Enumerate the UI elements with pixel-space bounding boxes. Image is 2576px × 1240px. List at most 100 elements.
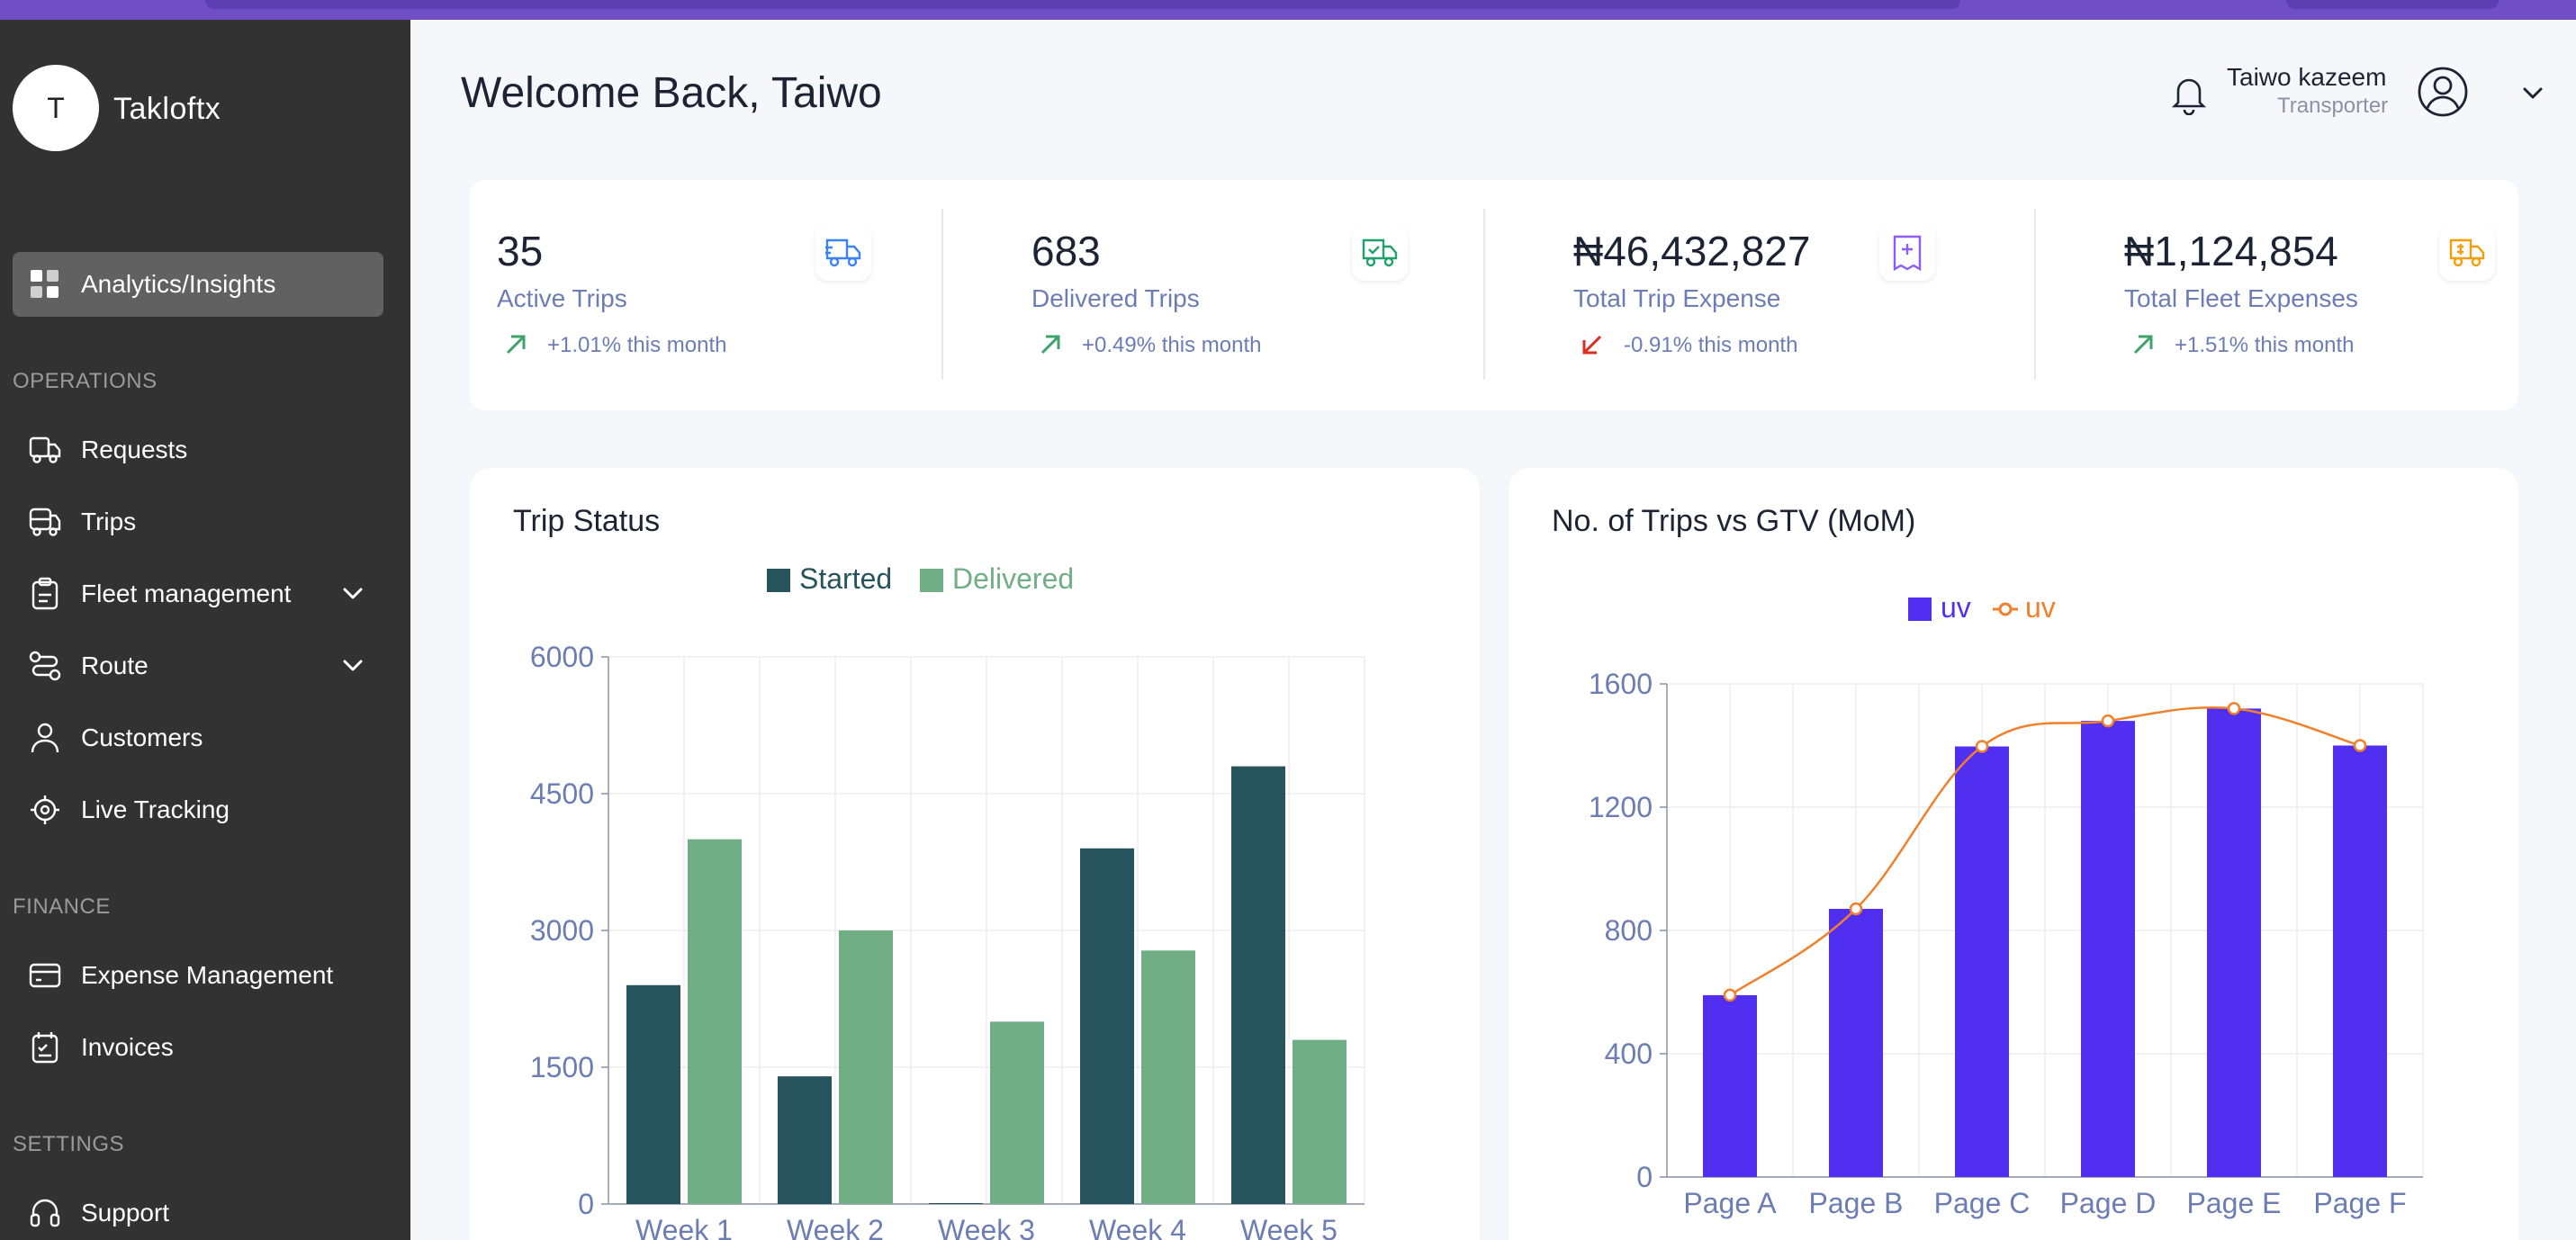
bar-started [1231, 766, 1285, 1204]
bar-uv [1829, 909, 1883, 1177]
line-point [1723, 988, 1737, 1002]
stat-value: ₦1,124,854 [2124, 228, 2338, 274]
sidebar-item-requests[interactable]: Requests [13, 418, 383, 482]
brand-name: Takloftx [113, 92, 221, 126]
y-tick-label: 6000 [530, 641, 594, 673]
legend-label: uv [1941, 591, 1971, 624]
bar-delivered [839, 930, 893, 1204]
sidebar-item-label: Route [81, 651, 149, 679]
stat-total-fleet-expenses[interactable]: ₦1,124,854 Total Fleet Expenses +1.51% t… [2124, 180, 2518, 410]
legend-label: uv [2025, 591, 2056, 624]
headset-icon [27, 1195, 63, 1231]
sidebar-item-invoices[interactable]: Invoices [13, 1015, 383, 1080]
stat-active-trips[interactable]: 35 Active Trips +1.01% this month [497, 180, 947, 410]
sidebar-item-label: Requests [81, 436, 188, 463]
stat-value: 683 [1031, 228, 1101, 274]
sidebar-item-label: Live Tracking [81, 795, 230, 823]
y-tick-label: 1500 [530, 1051, 594, 1083]
top-banner-segment [2286, 0, 2499, 9]
line-point [1975, 740, 1989, 753]
sidebar-item-customers[interactable]: Customers [13, 705, 383, 770]
y-tick-label: 1200 [1589, 791, 1653, 823]
bar-delivered [688, 839, 742, 1204]
stat-value: 35 [497, 228, 544, 274]
legend-swatch [1908, 598, 1932, 621]
user-avatar-icon[interactable] [2416, 65, 2470, 123]
truck-fast-icon [815, 225, 871, 281]
stat-trend: +0.49% this month [1082, 333, 1262, 357]
sidebar-item-label: Support [81, 1199, 170, 1227]
x-tick-label: Page E [2187, 1187, 2282, 1219]
chevron-down-icon[interactable] [340, 581, 365, 607]
trend-up-icon [2133, 335, 2153, 355]
notification-bell-icon[interactable] [2169, 74, 2209, 120]
bar-started [626, 984, 680, 1204]
bar-delivered [1293, 1039, 1347, 1204]
x-tick-label: Week 1 [635, 1214, 733, 1240]
truck-icon [27, 432, 63, 468]
stat-divider [1483, 209, 1485, 380]
bar-started [1080, 848, 1134, 1204]
clipboard-icon [27, 576, 63, 612]
sidebar-item-analytics[interactable]: Analytics/Insights [13, 252, 383, 317]
line-point [2353, 739, 2367, 752]
trips-vs-gtv-chart: uv uv 0 400 800 1200 1600 Page A Page B Page C Pag… [1589, 591, 2424, 1219]
stat-divider [2034, 209, 2036, 380]
stat-total-trip-expense[interactable]: ₦46,432,827 Total Trip Expense -0.91% th… [1573, 180, 2023, 410]
y-tick-label: 4500 [530, 777, 594, 810]
sidebar-item-trips[interactable]: Trips [13, 490, 383, 554]
truck-check-icon [1352, 225, 1408, 281]
legend-label: Delivered [952, 562, 1074, 595]
top-banner-segment [205, 0, 1960, 9]
bar-delivered [990, 1021, 1044, 1204]
bar-delivered [1141, 950, 1195, 1204]
chevron-down-icon[interactable] [340, 653, 365, 678]
sidebar-item-label: Fleet management [81, 580, 292, 607]
page-title: Welcome Back, Taiwo [461, 69, 882, 117]
y-tick-label: 0 [1636, 1161, 1653, 1193]
x-tick-label: Week 5 [1240, 1214, 1338, 1240]
section-label-operations: OPERATIONS [13, 369, 158, 393]
sidebar: T Takloftx Analytics/Insights OPERATIONS… [0, 20, 410, 1240]
card-icon [27, 957, 63, 993]
bar-uv [2333, 745, 2387, 1177]
sidebar-item-live-tracking[interactable]: Live Tracking [13, 777, 383, 842]
y-tick-label: 3000 [530, 914, 594, 947]
stat-delivered-trips[interactable]: 683 Delivered Trips +0.49% this month [1031, 180, 1482, 410]
stat-trend: +1.01% this month [547, 333, 727, 357]
route-icon [27, 648, 63, 684]
x-tick-label: Week 3 [938, 1214, 1035, 1240]
sidebar-item-route[interactable]: Route [13, 633, 383, 698]
chevron-down-icon[interactable] [2520, 83, 2545, 109]
y-tick-label: 1600 [1589, 668, 1653, 700]
user-role: Transporter [2277, 94, 2389, 118]
section-label-settings: SETTINGS [13, 1132, 125, 1156]
x-tick-label: Page C [1934, 1187, 2031, 1219]
brand-avatar: T [13, 65, 99, 151]
trend-up-icon [506, 335, 526, 355]
sidebar-item-expense-management[interactable]: Expense Management [13, 943, 383, 1008]
trip-status-chart: Started Delivered 0 1500 3000 4500 6000 Week 1 W… [530, 562, 1365, 1240]
legend-swatch [920, 569, 943, 592]
sidebar-item-label: Trips [81, 508, 137, 535]
x-tick-label: Page B [1809, 1187, 1904, 1219]
bus-icon [27, 504, 63, 540]
line-point [2227, 702, 2241, 715]
trend-down-icon [1582, 335, 1602, 355]
bar-uv [2081, 721, 2135, 1177]
x-tick-label: Week 2 [787, 1214, 884, 1240]
sidebar-item-fleet-management[interactable]: Fleet management [13, 562, 383, 626]
dashboard-icon [27, 266, 63, 302]
x-tick-label: Page D [2060, 1187, 2157, 1219]
sidebar-item-label: Expense Management [81, 961, 334, 989]
bar-started [929, 1202, 983, 1204]
sidebar-item-support[interactable]: Support [13, 1181, 383, 1240]
sidebar-item-label: Analytics/Insights [81, 270, 276, 298]
stat-label: Total Trip Expense [1573, 284, 1781, 312]
y-tick-label: 800 [1605, 914, 1653, 947]
bar-uv [2207, 708, 2261, 1177]
stats-card: 35 Active Trips +1.01% this month 683 De… [470, 180, 2518, 410]
user-name: Taiwo kazeem [2227, 63, 2387, 91]
line-point [2101, 714, 2115, 728]
stat-label: Total Fleet Expenses [2124, 284, 2358, 312]
